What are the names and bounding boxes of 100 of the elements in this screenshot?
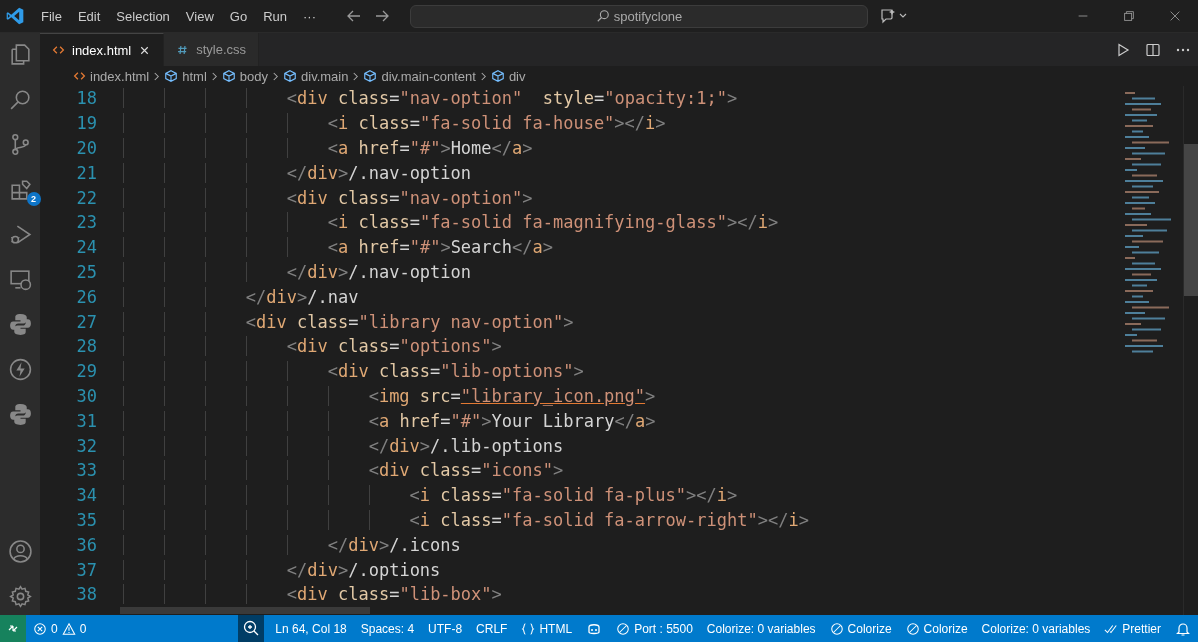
code-line: </div>/.nav-option: [123, 261, 472, 282]
line-number: 26: [75, 286, 97, 307]
notification-badge: 2: [26, 192, 41, 206]
account-icon[interactable]: [7, 539, 33, 564]
code-line: <i class="fa-solid fa-plus"></i>: [123, 485, 738, 506]
breadcrumb-item[interactable]: div: [490, 68, 526, 84]
chevron-icon: [153, 70, 161, 82]
code-brackets-icon: [73, 71, 86, 81]
line-number: 31: [75, 410, 97, 431]
status-item[interactable]: Colorize: [898, 621, 975, 636]
editor-tab[interactable]: index.html: [40, 33, 165, 66]
breadcrumb-item[interactable]: div.main: [283, 68, 349, 84]
cube-icon: [164, 69, 179, 83]
menu-item[interactable]: Edit: [69, 8, 109, 24]
code-line: <i class="fa-solid fa-magnifying-glass"></i>: [123, 212, 779, 233]
vscode-logo-icon[interactable]: [5, 6, 25, 26]
code-line: <div class="icons">: [123, 460, 564, 481]
menu-item[interactable]: Go: [221, 8, 256, 24]
status-item[interactable]: Colorize: 0 variables: [974, 621, 1098, 636]
menu-item[interactable]: ···: [295, 8, 324, 24]
status-item[interactable]: Ln 64, Col 18: [268, 621, 354, 636]
error-icon: [33, 621, 47, 636]
line-number: 37: [75, 559, 97, 580]
code-line: <a href="#">Search</a>: [123, 237, 554, 258]
line-number: 19: [75, 113, 97, 134]
line-number: 30: [75, 385, 97, 406]
line-number: 34: [75, 485, 97, 506]
scrollbar-thumb[interactable]: [1184, 144, 1198, 296]
blocked-icon: [905, 621, 920, 636]
prettier-status[interactable]: Prettier: [1097, 621, 1168, 636]
line-number: 38: [75, 584, 97, 605]
search-field[interactable]: spotifyclone: [410, 4, 868, 28]
line-number: 20: [75, 138, 97, 158]
breadcrumb-item[interactable]: html: [164, 68, 207, 84]
breadcrumb-item[interactable]: div.main-content: [363, 68, 476, 84]
forward-arrow-icon[interactable]: [374, 8, 390, 24]
horizontal-scrollbar[interactable]: [120, 606, 370, 614]
menu-item[interactable]: Run: [255, 8, 295, 24]
zoom-icon[interactable]: [238, 615, 265, 642]
warning-icon: [61, 621, 76, 636]
notifications-icon[interactable]: [1175, 620, 1191, 637]
hash-icon: [176, 44, 190, 55]
breadcrumb-item[interactable]: index.html: [73, 68, 150, 84]
code-line: <div class="nav-option">: [123, 187, 533, 208]
remote-explorer-icon[interactable]: [7, 267, 33, 292]
cube-icon: [490, 69, 505, 83]
code-line: <div class="nav-option" style="opacity:1;">: [123, 88, 738, 109]
line-number: 24: [75, 237, 97, 258]
restore-icon[interactable]: [1122, 9, 1136, 23]
code-line: </div>/.icons: [123, 534, 461, 555]
line-number: 22: [75, 187, 97, 208]
cube-icon: [283, 69, 297, 83]
status-item[interactable]: UTF-8: [421, 621, 470, 636]
breadcrumb-item[interactable]: body: [221, 68, 268, 84]
chevron-icon: [272, 70, 279, 82]
language-status[interactable]: HTML: [514, 621, 580, 636]
line-number: 23: [75, 212, 97, 233]
python-icon[interactable]: [7, 312, 33, 337]
line-number: 29: [75, 361, 97, 382]
code-line: <i class="fa-solid fa-arrow-right"></i>: [123, 509, 809, 530]
cube-icon: [363, 69, 378, 83]
python-icon[interactable]: [7, 402, 33, 427]
code-line: <div class="lib-options">: [123, 361, 584, 382]
status-item[interactable]: Port : 5500: [609, 621, 700, 636]
code-line: <div class="library nav-option">: [123, 311, 574, 332]
menu-item[interactable]: Selection: [108, 8, 178, 24]
chevron-icon: [352, 70, 360, 82]
line-number: 25: [75, 261, 97, 282]
remote-icon[interactable]: [0, 615, 26, 642]
code-line: <div class="options">: [123, 336, 502, 357]
code-line: <a href="#">Your Library</a>: [123, 410, 656, 431]
code-brackets-icon: [52, 45, 65, 55]
line-number: 36: [75, 534, 97, 555]
code-line: </div>/.options: [123, 559, 441, 580]
line-number: 35: [75, 509, 97, 530]
status-item[interactable]: CRLF: [469, 621, 515, 636]
chevron-icon: [479, 70, 487, 82]
line-number: 27: [75, 311, 97, 332]
code-line: </div>/.lib-options: [123, 435, 564, 456]
code-line: </div>/.nav: [123, 286, 359, 307]
menu-item[interactable]: File: [33, 8, 70, 24]
code-line: <img src="library_icon.png">: [123, 385, 656, 406]
chevron-icon: [210, 70, 218, 82]
chat-sparkle-icon[interactable]: [880, 8, 908, 24]
status-item[interactable]: Colorize: [822, 621, 899, 636]
code-line: <i class="fa-solid fa-house"></i>: [123, 113, 666, 134]
blocked-icon: [829, 621, 844, 636]
run-icon[interactable]: [1115, 41, 1131, 58]
cube-icon: [221, 69, 236, 83]
line-number: 28: [75, 336, 97, 357]
menu-item[interactable]: View: [177, 8, 222, 24]
back-arrow-icon[interactable]: [346, 8, 362, 24]
braces-icon: [521, 621, 536, 636]
settings-icon[interactable]: [7, 584, 33, 609]
split-editor-icon[interactable]: [1145, 41, 1161, 58]
lightning-icon[interactable]: [7, 357, 33, 382]
editor-tab[interactable]: style.css: [164, 33, 260, 66]
problems-status[interactable]: 0 0: [26, 621, 94, 636]
status-item[interactable]: Spaces: 4: [353, 621, 422, 636]
status-item[interactable]: Colorize: 0 variables: [699, 621, 823, 636]
